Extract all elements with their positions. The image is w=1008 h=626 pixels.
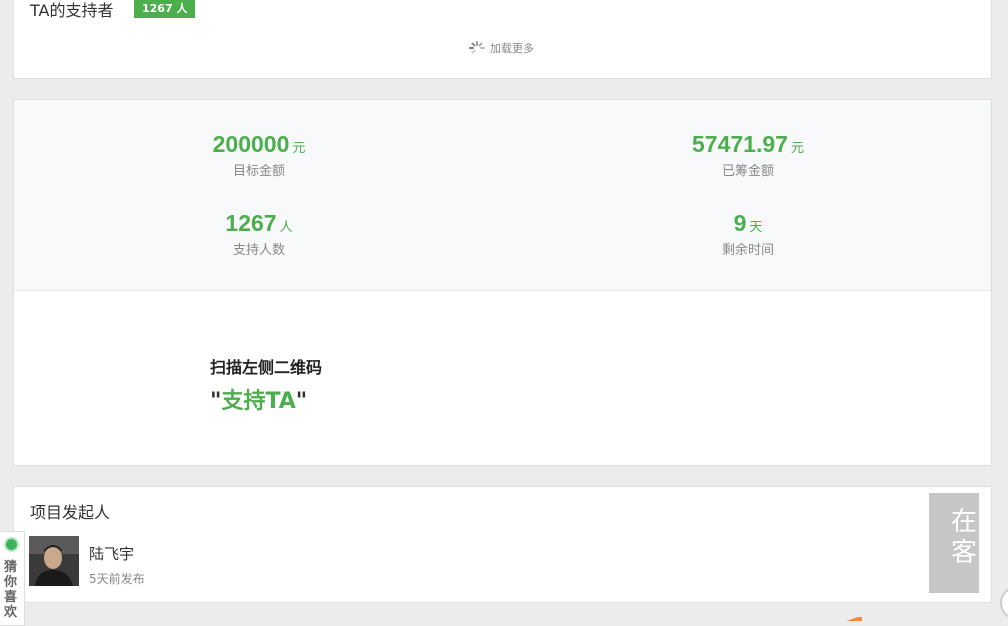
online-service-label: 在客: [951, 507, 978, 568]
stat-raised-value: 57471.97: [692, 131, 788, 157]
stat-days-label: 剩余时间: [721, 243, 774, 258]
funding-stats-card: 200000 元 目标金额 57471.97 元 已筹金额 1267 人 支持人数 9…: [13, 99, 992, 466]
stat-raised-label: 已筹金额: [721, 164, 774, 179]
stats-area: 200000 元 目标金额 57471.97 元 已筹金额 1267 人 支持人数 9…: [14, 100, 991, 291]
qr-instruction: 扫描左侧二维码: [210, 358, 323, 377]
guess-you-like-label: 猜你喜欢: [4, 560, 18, 620]
avatar-photo: [29, 536, 79, 586]
stat-backers-count: 1267 人 支持人数: [139, 210, 379, 258]
initiator-heading: 项目发起人: [30, 503, 111, 522]
qr-support-area: 扫描左侧二维码 "支持TA": [14, 291, 991, 465]
stat-raised-unit: 元: [790, 141, 804, 156]
stat-backers-unit: 人: [279, 220, 293, 235]
initiator-name[interactable]: 陆飞宇: [89, 543, 134, 564]
stat-days-unit: 天: [749, 220, 763, 235]
guess-you-like-tab[interactable]: 猜你喜欢: [0, 531, 25, 626]
stat-target-unit: 元: [292, 141, 306, 156]
cta-close-quote: ": [295, 389, 308, 414]
support-cta: "支持TA": [210, 383, 307, 415]
supporters-count-badge: 1267 人: [134, 0, 196, 18]
stat-target-label: 目标金额: [232, 164, 285, 179]
cta-open-quote: ": [210, 389, 222, 414]
stat-raised-amount: 57471.97 元 已筹金额: [628, 131, 868, 179]
stat-days-left: 9天 剩余时间: [628, 210, 868, 258]
stat-target-value: 200000: [212, 131, 290, 157]
stat-backers-value: 1267: [225, 210, 277, 236]
load-more-button[interactable]: 加载更多: [468, 40, 534, 56]
stat-days-value: 9: [733, 210, 747, 236]
online-dot-icon: [6, 539, 17, 550]
stat-backers-label: 支持人数: [232, 243, 285, 258]
back-to-top-icon[interactable]: [1000, 586, 1008, 620]
cta-text: 支持TA: [221, 389, 296, 414]
supporters-card: TA的支持者 1267 人 加载更多: [13, 0, 992, 79]
online-service-tab[interactable]: 在客: [929, 493, 979, 593]
avatar[interactable]: [29, 536, 79, 586]
spinner-icon: [469, 41, 485, 54]
stat-target-amount: 200000 元 目标金额: [139, 131, 379, 179]
initiator-card: 项目发起人 陆飞宇 5天前发布: [13, 486, 992, 603]
initiator-posted-time: 5天前发布: [89, 572, 145, 586]
partial-orange-icon: [846, 617, 862, 621]
load-more-label: 加载更多: [490, 42, 534, 55]
supporters-title: TA的支持者: [30, 1, 114, 20]
